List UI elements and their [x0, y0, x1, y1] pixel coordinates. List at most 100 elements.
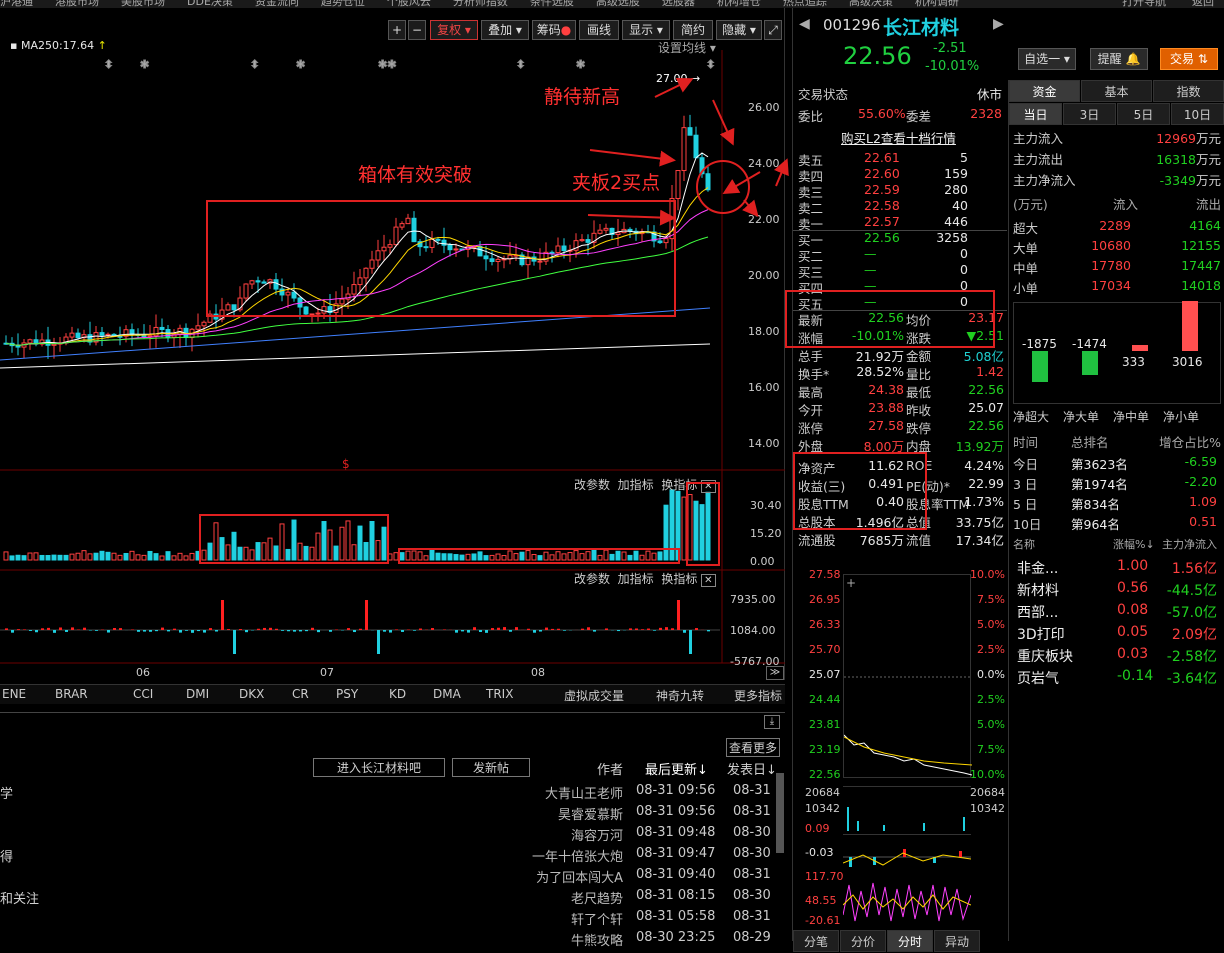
top-menu-item[interactable]: DDE决策: [187, 0, 233, 8]
quote-bottom-tab[interactable]: 分时: [887, 930, 933, 952]
top-menu-item[interactable]: 热点追踪: [783, 0, 827, 8]
sector-row[interactable]: 3D打印0.052.09亿: [1013, 624, 1221, 644]
macd-add-indicator[interactable]: 加指标: [618, 572, 654, 586]
period-tab[interactable]: 10日: [1171, 103, 1224, 125]
top-menu-item[interactable]: 资金流向: [255, 0, 299, 8]
vol-switch-indicator[interactable]: 换指标: [661, 478, 697, 492]
trade-button[interactable]: 交易 ⇅: [1160, 48, 1218, 70]
prev-stock-icon[interactable]: ◀: [799, 16, 810, 32]
close-icon[interactable]: ✕: [701, 480, 715, 493]
macd-bar: [485, 630, 488, 633]
top-menu-item[interactable]: 趋势仓位: [321, 0, 365, 8]
forum-scrollbar[interactable]: [776, 773, 784, 853]
volume-bar: [586, 552, 590, 560]
scroll-right-icon[interactable]: ≫: [766, 666, 784, 680]
indicator-tab[interactable]: PSY: [336, 687, 358, 701]
volume-bar: [646, 551, 650, 560]
view-more-button[interactable]: 查看更多: [726, 738, 780, 757]
top-menu-item[interactable]: 个股风云: [387, 0, 431, 8]
indicator-tab[interactable]: CCI: [133, 687, 153, 701]
quote-bottom-tab[interactable]: 分价: [840, 930, 886, 952]
top-menu-item[interactable]: 高级选股: [596, 0, 640, 8]
col-updated[interactable]: 最后更新↓: [645, 759, 708, 778]
forum-row-title[interactable]: 和关注: [0, 888, 39, 907]
macd-bar: [503, 627, 506, 630]
download-icon[interactable]: ⤓: [764, 715, 780, 729]
candle-body: [232, 305, 236, 310]
indicator-tab[interactable]: DKX: [239, 687, 264, 701]
next-stock-icon[interactable]: ▶: [993, 16, 1004, 32]
intraday-price-tick: 24.44: [809, 693, 841, 706]
sector-row[interactable]: 重庆板块0.03-2.58亿: [1013, 646, 1221, 666]
top-menu-item[interactable]: 选股器: [662, 0, 695, 8]
open-nav-link[interactable]: 打开导航: [1122, 0, 1166, 8]
forum-row-title[interactable]: 得: [0, 846, 13, 865]
indicator-tab[interactable]: KD: [389, 687, 406, 701]
macd-bar: [455, 630, 458, 633]
macd-switch-indicator[interactable]: 换指标: [661, 572, 697, 586]
fund-tab[interactable]: 资金: [1009, 80, 1080, 102]
macd-bar: [239, 629, 242, 630]
indicator-tab[interactable]: DMA: [433, 687, 461, 701]
alert-button[interactable]: 提醒 🔔: [1090, 48, 1148, 70]
intraday-price-tick: 27.58: [809, 568, 841, 581]
quote-bottom-tab[interactable]: 异动: [934, 930, 980, 952]
forum-row-author[interactable]: 轩了个轩: [571, 909, 623, 928]
indicator-tab[interactable]: 更多指标: [734, 687, 782, 704]
forum-row-author[interactable]: 海容万河: [571, 825, 623, 844]
candle-body: [478, 247, 482, 256]
macd-bar: [137, 630, 140, 632]
enter-bar-button[interactable]: 进入长江材料吧: [313, 758, 445, 777]
vol-add-indicator[interactable]: 加指标: [618, 478, 654, 492]
sector-row[interactable]: 非金...1.001.56亿: [1013, 558, 1221, 578]
macd-change-params[interactable]: 改参数: [574, 572, 610, 586]
top-menu-item[interactable]: 条件选股: [530, 0, 574, 8]
indicator-tab[interactable]: CR: [292, 687, 309, 701]
forum-row-title[interactable]: 学: [0, 783, 13, 802]
period-tab[interactable]: 3日: [1063, 103, 1116, 125]
forum-row-author[interactable]: 大青山王老师: [545, 783, 623, 802]
period-tab[interactable]: 5日: [1117, 103, 1170, 125]
volume-bar: [106, 552, 110, 560]
forum-row-author[interactable]: 老尺趋势: [571, 888, 623, 907]
top-menu-item[interactable]: 机构增仓: [717, 0, 761, 8]
indicator-tab[interactable]: ENE: [2, 687, 26, 701]
candle-body: [562, 246, 566, 250]
indicator-tab[interactable]: 虚拟成交量: [564, 687, 624, 704]
price-axis: 26.0024.0022.0020.0018.0016.0014.00: [740, 8, 784, 468]
volume-bar: [394, 553, 398, 560]
top-menu-item[interactable]: 美股市场: [121, 0, 165, 8]
fund-tab[interactable]: 指数: [1153, 80, 1224, 102]
sector-row[interactable]: 页岩气-0.14-3.64亿: [1013, 668, 1221, 688]
top-menu-item[interactable]: 机构调研: [915, 0, 959, 8]
new-post-button[interactable]: 发新帖: [452, 758, 530, 777]
macd-bar: [53, 630, 56, 633]
top-menu-item[interactable]: 港股市场: [55, 0, 99, 8]
back-link[interactable]: 返回: [1192, 0, 1214, 8]
forum-row-author[interactable]: 一年十倍张大炮: [532, 846, 623, 865]
watchlist-dropdown[interactable]: 自选一 ▾: [1018, 48, 1076, 70]
vol-change-params[interactable]: 改参数: [574, 478, 610, 492]
col-author[interactable]: 作者: [597, 759, 623, 778]
sector-row[interactable]: 西部...0.08-57.0亿: [1013, 602, 1221, 622]
net-flow-bar: [1182, 301, 1198, 351]
indicator-tab[interactable]: TRIX: [486, 687, 513, 701]
col-posted[interactable]: 发表日↓: [727, 759, 777, 778]
period-tab[interactable]: 当日: [1009, 103, 1062, 125]
forum-row-author[interactable]: 为了回本闯大A: [536, 867, 623, 886]
close-icon[interactable]: ✕: [701, 574, 715, 587]
indicator-tab[interactable]: BRAR: [55, 687, 88, 701]
sector-row[interactable]: 新材料0.56-44.5亿: [1013, 580, 1221, 600]
fund-tab[interactable]: 基本: [1081, 80, 1152, 102]
top-menu-item[interactable]: 高级决策: [849, 0, 893, 8]
indicator-tab[interactable]: 神奇九转: [656, 687, 704, 704]
top-menu-item[interactable]: 分析师指数: [453, 0, 508, 8]
level2-link[interactable]: 购买L2查看十档行情: [841, 128, 956, 147]
quote-bottom-tab[interactable]: 分笔: [793, 930, 839, 952]
indicator-tab[interactable]: DMI: [186, 687, 209, 701]
forum-row-author[interactable]: 昊睿爱慕斯: [558, 804, 623, 823]
forum-row-author[interactable]: 牛熊攻略: [571, 930, 623, 949]
top-menu-item[interactable]: 沪港通: [0, 0, 33, 8]
macd-bar: [281, 630, 284, 631]
intraday-price-tick: 25.70: [809, 643, 841, 656]
